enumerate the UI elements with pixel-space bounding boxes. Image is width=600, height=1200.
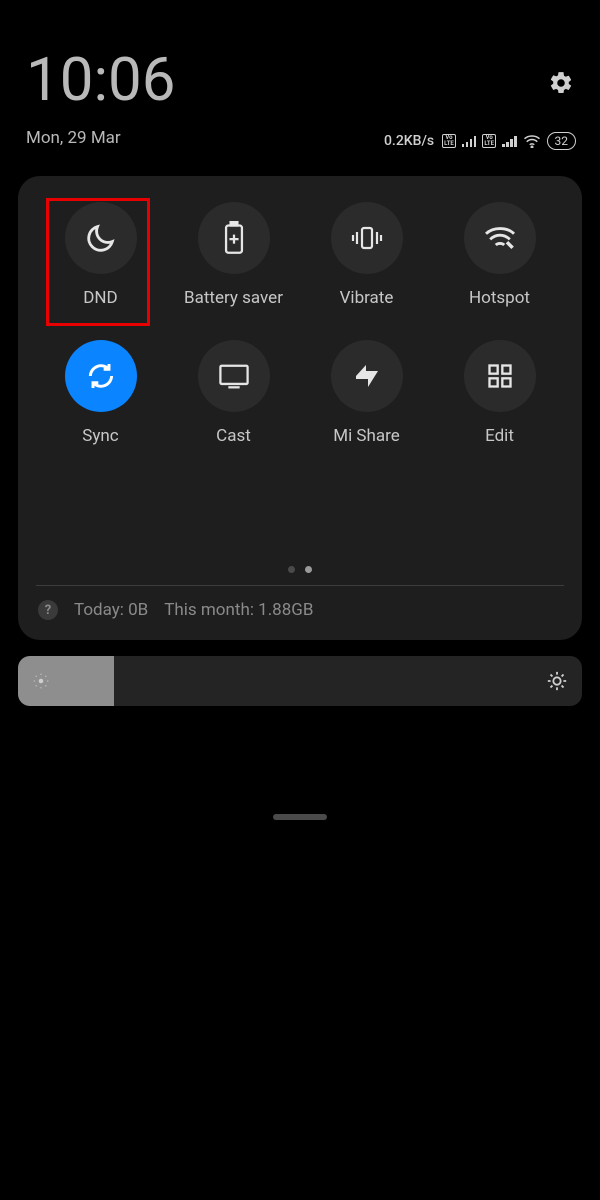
tile-vibrate[interactable]: Vibrate [300,202,433,308]
tile-label: Mi Share [333,426,400,446]
tile-label: Edit [485,426,514,446]
vibrate-icon [348,223,386,253]
moon-icon [84,221,118,255]
tile-label: Battery saver [184,288,283,308]
settings-button[interactable] [548,70,574,96]
page-indicator[interactable] [34,566,566,573]
tile-sync[interactable]: Sync [34,340,167,446]
quick-settings-panel: DND Battery saver Vibrate [18,176,582,640]
clock-date: Mon, 29 Mar [26,128,175,148]
wifi-icon [523,134,541,148]
tile-dnd[interactable]: DND [34,202,167,308]
tile-label: DND [83,288,117,308]
tile-label: Cast [216,426,251,446]
status-bar: 0.2KB/s VoLTE VoLTE 32 [384,132,576,150]
network-speed: 0.2KB/s [384,133,434,149]
hotspot-icon [483,224,517,252]
tile-hotspot[interactable]: Hotspot [433,202,566,308]
help-icon: ? [38,600,58,620]
battery-plus-icon [221,221,247,255]
signal-icon-2 [502,135,517,147]
tile-cast[interactable]: Cast [167,340,300,446]
brightness-low-icon [32,672,50,690]
usage-month: This month: 1.88GB [164,600,313,620]
tile-label: Sync [82,426,118,446]
signal-icon-1 [462,135,477,147]
page-dot-active [305,566,312,573]
brightness-slider[interactable] [18,656,582,706]
tile-mi-share[interactable]: Mi Share [300,340,433,446]
battery-indicator: 32 [547,132,577,150]
sync-icon [85,360,117,392]
brightness-high-icon [546,670,568,692]
usage-today: Today: 0B [74,600,148,620]
clock-time: 10:06 [26,50,175,110]
gesture-handle[interactable] [273,814,327,820]
tile-battery-saver[interactable]: Battery saver [167,202,300,308]
data-usage-row[interactable]: ? Today: 0B This month: 1.88GB [34,586,566,626]
mishare-icon [350,361,384,391]
tile-edit[interactable]: Edit [433,340,566,446]
tile-label: Vibrate [340,288,394,308]
volte-icon-2: VoLTE [482,134,496,148]
volte-icon-1: VoLTE [442,134,456,148]
cast-icon [217,362,251,390]
page-dot [288,566,295,573]
grid-icon [486,362,514,390]
gear-icon [548,70,574,96]
tile-label: Hotspot [469,288,530,308]
